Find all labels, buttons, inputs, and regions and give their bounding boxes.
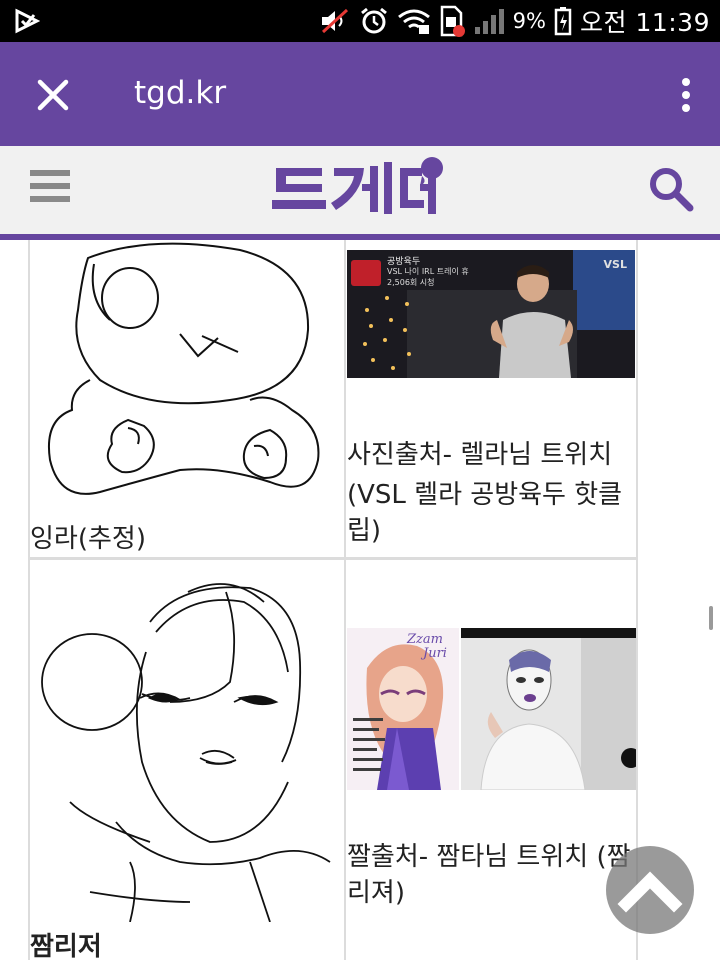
browser-toolbar: tgd.kr	[0, 42, 720, 146]
stream-title: VSL 나이 IRL 트레이 휴	[387, 267, 469, 276]
scrollbar[interactable]	[709, 606, 713, 630]
sign-text: Juri	[423, 646, 447, 661]
mute-icon	[321, 8, 348, 34]
hamburger-icon[interactable]	[30, 168, 70, 204]
source-caption-line: 리져)	[347, 878, 405, 908]
wifi-icon	[397, 9, 430, 34]
source-caption-line: (VSL 렐라 공방육두 핫클	[347, 480, 623, 510]
post-caption: 잉라(추정)	[30, 524, 146, 554]
chevron-up-icon	[617, 871, 683, 913]
status-bar: 9% 오전 11:39	[0, 0, 720, 42]
streamer-photo[interactable]	[461, 628, 636, 790]
close-icon[interactable]	[34, 76, 72, 114]
battery-percent: 9%	[512, 9, 546, 33]
source-caption-line: 립)	[347, 516, 382, 546]
source-caption-line: 짤출처- 짬타님 트위치 (짬	[347, 842, 631, 872]
signal-icon	[474, 9, 504, 34]
status-icons: 9% 오전 11:39	[319, 4, 710, 38]
stream-views: 2,506회 시청	[387, 278, 435, 287]
alarm-icon	[360, 7, 387, 34]
site-logo[interactable]	[272, 154, 448, 222]
sign-text: Zzam	[407, 632, 443, 647]
battery-icon	[554, 7, 572, 36]
download-icon	[15, 8, 40, 34]
grid-line	[344, 240, 346, 960]
post-caption: 짬리저	[30, 932, 102, 960]
source-caption-line: 사진출처- 렐라님 트위치	[347, 440, 613, 470]
sketch-illustration	[48, 242, 320, 495]
stream-thumbnail[interactable]: 공방육두 VSL 나이 IRL 트레이 휴 2,506회 시청 VSL	[347, 250, 635, 378]
stream-overlay: 공방육두 VSL 나이 IRL 트레이 휴 2,506회 시청	[351, 254, 469, 294]
sim-icon	[440, 5, 465, 37]
streamer-scene	[461, 628, 636, 790]
clock: 오전 11:39	[580, 8, 710, 37]
url-text[interactable]: tgd.kr	[134, 75, 226, 111]
scroll-to-top-button[interactable]	[606, 846, 694, 934]
character-image[interactable]: Zzam Juri	[347, 628, 459, 790]
more-vert-icon[interactable]	[678, 76, 694, 114]
sketch-illustration	[41, 583, 331, 922]
stream-brand: VSL	[603, 258, 627, 271]
search-icon[interactable]	[646, 164, 694, 212]
vsl-badge-icon	[351, 260, 381, 286]
site-header	[0, 146, 720, 234]
